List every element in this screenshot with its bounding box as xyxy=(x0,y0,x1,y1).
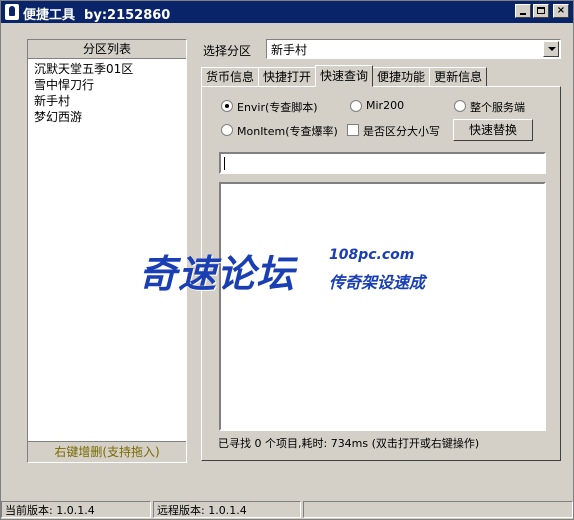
tab-convenience[interactable]: 便捷功能 xyxy=(372,67,431,87)
status-filler xyxy=(303,501,573,518)
radio-all-server-label: 整个服务端 xyxy=(470,101,525,114)
watermark-site: 108pc.com xyxy=(329,247,415,263)
window-controls: × xyxy=(515,4,569,18)
search-input[interactable] xyxy=(219,152,546,174)
remote-version-status: 远程版本: 1.0.1.4 xyxy=(153,501,301,518)
minimize-button[interactable] xyxy=(515,4,531,18)
case-sensitive-checkbox[interactable] xyxy=(347,124,359,136)
tab-quick-open[interactable]: 快捷打开 xyxy=(258,67,317,87)
tab-bar: 货币信息 快捷打开 快速查询 便捷功能 更新信息 xyxy=(201,65,488,87)
close-icon: × xyxy=(556,5,566,16)
tab-update-info[interactable]: 更新信息 xyxy=(429,67,488,87)
zone-list[interactable]: 沉默天堂五季01区 雪中悍刀行 新手村 梦幻西游 xyxy=(28,59,186,127)
maximize-button[interactable] xyxy=(533,4,549,18)
search-results-list[interactable] xyxy=(219,182,546,431)
app-icon xyxy=(5,4,19,20)
zone-select-value: 新手村 xyxy=(271,43,308,57)
tab-quick-search[interactable]: 快速查询 xyxy=(315,65,374,87)
main-window: 便捷工具 by:2152860 × 分区列表 沉默天堂五季01区 雪中悍刀行 新… xyxy=(0,0,574,520)
radio-mir200-label: Mir200 xyxy=(366,99,405,112)
zone-list-item[interactable]: 沉默天堂五季01区 xyxy=(34,61,180,77)
zone-list-hint: 右键增删(支持拖入) xyxy=(28,441,186,462)
zone-list-header: 分区列表 xyxy=(28,40,186,59)
zone-list-item[interactable]: 梦幻西游 xyxy=(34,109,180,125)
case-sensitive-label: 是否区分大小写 xyxy=(363,125,440,138)
radio-envir-label: Envir(专查脚本) xyxy=(237,101,318,114)
text-caret xyxy=(224,157,225,170)
radio-monitem-label: MonItem(专查爆率) xyxy=(237,125,338,138)
close-button[interactable]: × xyxy=(553,4,569,18)
radio-envir[interactable] xyxy=(221,100,233,112)
zone-select-label: 选择分区 xyxy=(203,44,252,58)
window-title: 便捷工具 by:2152860 xyxy=(23,8,171,23)
radio-all-server[interactable] xyxy=(454,100,466,112)
local-version-status: 当前版本: 1.0.1.4 xyxy=(1,501,151,518)
title-bar[interactable]: 便捷工具 by:2152860 × xyxy=(1,1,573,23)
zone-list-item[interactable]: 雪中悍刀行 xyxy=(34,77,180,93)
status-bar: 当前版本: 1.0.1.4 远程版本: 1.0.1.4 xyxy=(1,501,573,520)
tab-currency-info[interactable]: 货币信息 xyxy=(201,67,260,87)
watermark-logo: 奇速论坛 108pc.com 传奇架设速成 xyxy=(139,241,439,301)
quick-replace-button[interactable]: 快速替换 xyxy=(453,119,533,141)
watermark-subtitle: 传奇架设速成 xyxy=(329,273,426,292)
radio-mir200[interactable] xyxy=(350,100,362,112)
zone-select-dropdown[interactable]: 新手村 xyxy=(266,39,561,59)
search-status-text: 已寻找 0 个项目,耗时: 734ms (双击打开或右键操作) xyxy=(218,437,480,450)
chevron-down-icon[interactable] xyxy=(543,41,559,57)
watermark-title: 奇速论坛 xyxy=(139,252,296,296)
zone-list-item[interactable]: 新手村 xyxy=(34,93,180,109)
radio-monitem[interactable] xyxy=(221,124,233,136)
